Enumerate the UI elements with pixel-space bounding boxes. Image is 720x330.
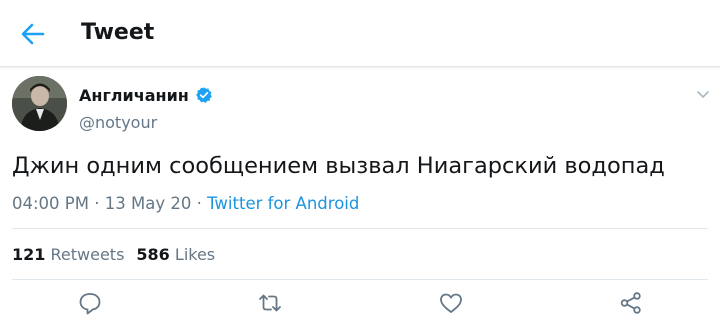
divider xyxy=(12,279,708,280)
share-button[interactable] xyxy=(618,290,644,316)
retweets-count: 121 xyxy=(12,245,46,264)
retweets-label: Retweets xyxy=(50,245,125,264)
page-title: Tweet xyxy=(81,20,155,45)
reply-icon xyxy=(79,293,101,315)
chevron-down-icon[interactable] xyxy=(693,84,713,104)
avatar-image xyxy=(12,76,67,131)
like-button[interactable] xyxy=(438,290,464,316)
tweet-date: 13 May 20 xyxy=(104,194,192,213)
author-handle[interactable]: @notyour xyxy=(79,113,157,132)
tweet-text: Джин одним сообщением вызвал Ниагарский … xyxy=(12,153,665,179)
retweet-button[interactable] xyxy=(257,290,283,316)
heart-icon xyxy=(440,293,462,313)
author-name[interactable]: Англичанин xyxy=(79,86,189,105)
likes-label: Likes xyxy=(174,245,216,264)
retweet-icon xyxy=(259,294,281,312)
likes-count: 586 xyxy=(136,245,170,264)
arrow-left-icon xyxy=(21,23,45,45)
tweet-stats: 121 Retweets 586 Likes xyxy=(12,243,215,267)
top-bar: Tweet xyxy=(0,0,720,67)
share-icon xyxy=(620,292,641,314)
tweet-time: 04:00 PM xyxy=(12,194,89,213)
tweet-source-link[interactable]: Twitter for Android xyxy=(207,194,359,213)
retweets-stat[interactable]: 121 Retweets xyxy=(12,245,124,264)
author-name-row: Англичанин xyxy=(79,83,213,107)
meta-separator: · xyxy=(196,194,202,213)
reply-button[interactable] xyxy=(77,290,103,316)
verified-badge-icon xyxy=(195,86,213,104)
likes-stat[interactable]: 586 Likes xyxy=(136,245,215,264)
divider xyxy=(12,228,708,229)
avatar[interactable] xyxy=(12,76,67,131)
back-button[interactable] xyxy=(12,14,52,54)
meta-separator: · xyxy=(94,194,100,213)
tweet-meta: 04:00 PM · 13 May 20 · Twitter for Andro… xyxy=(12,192,359,216)
